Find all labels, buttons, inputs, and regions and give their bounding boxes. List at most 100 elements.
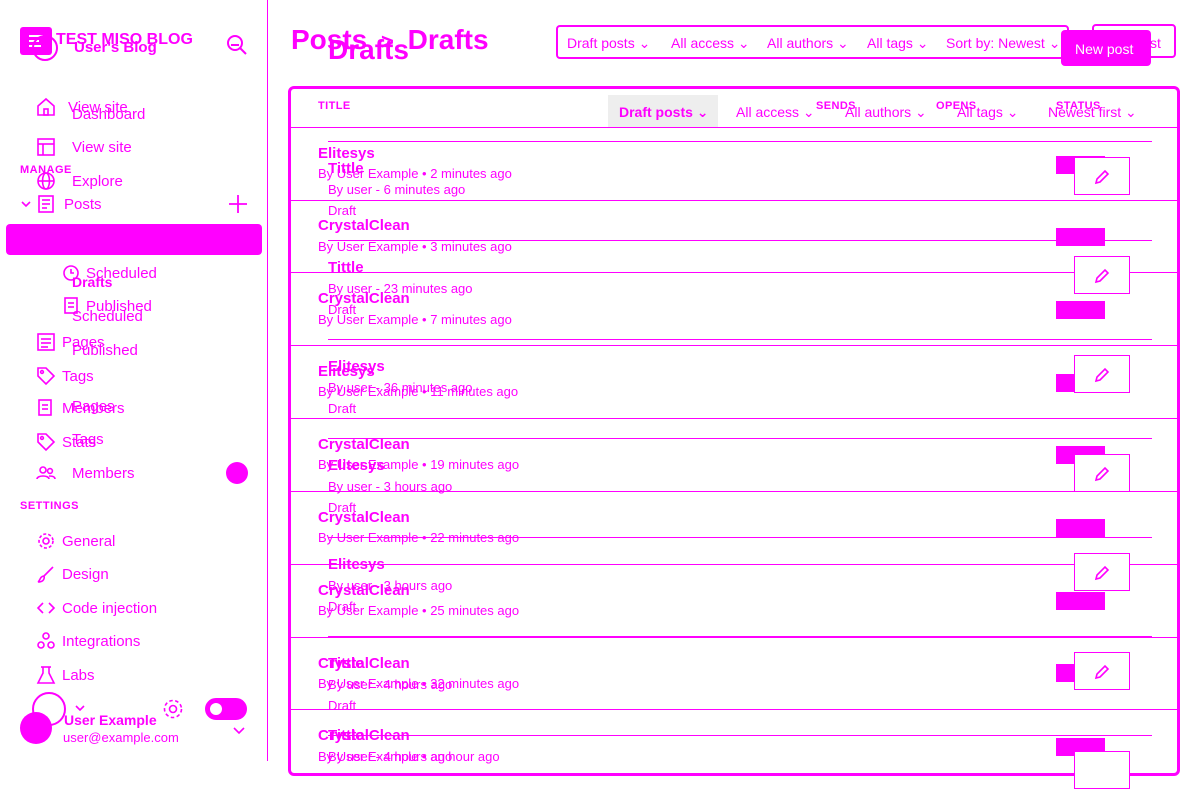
divider	[328, 339, 1152, 340]
sidebar-item-design[interactable]: Design	[36, 564, 109, 584]
sidebar-item-integrations[interactable]: Integrations	[36, 631, 140, 651]
search-icon[interactable]	[225, 33, 249, 59]
settings-gear-icon[interactable]	[162, 698, 184, 720]
sidebar-item-drafts-active[interactable]	[6, 224, 262, 255]
filter-tags[interactable]: All tags ⌄	[867, 35, 929, 52]
brand[interactable]: TEST MISO BLOG User's Blog	[20, 27, 220, 61]
post-title[interactable]: Elitesys	[328, 358, 385, 375]
divider	[291, 709, 1177, 710]
post-title[interactable]: Elitesys	[328, 556, 385, 573]
inner-filter-access[interactable]: All access ⌄	[736, 104, 815, 121]
pencil-icon	[1094, 169, 1110, 185]
post-title[interactable]: Tittle	[328, 727, 364, 744]
post-title[interactable]: Tittle	[328, 259, 364, 276]
sidebar-item-label: Scheduled	[86, 264, 157, 282]
sidebar-item-view-site-2[interactable]: View site	[36, 137, 132, 157]
edit-post-button[interactable]	[1074, 553, 1130, 591]
divider	[291, 200, 1177, 201]
sidebar-item-label: Published	[86, 297, 152, 315]
chevron-down-icon	[233, 727, 245, 735]
gear-icon	[36, 531, 56, 551]
post-title[interactable]: Tittle	[328, 160, 364, 177]
sidebar-item-tags[interactable]: Tags	[36, 366, 94, 386]
new-post-label-2: st	[1150, 35, 1161, 51]
posts-icon	[36, 194, 56, 214]
sidebar-item-label: Members	[72, 464, 135, 482]
members-icon	[36, 463, 56, 483]
edit-post-button[interactable]	[1074, 157, 1130, 195]
sidebar-item-label: Integrations	[62, 632, 141, 650]
post-meta: By user - 36 minutes ago	[328, 380, 473, 395]
post-status: Draft	[328, 401, 357, 416]
sidebar-item-members-2[interactable]: Members	[36, 463, 135, 483]
post-title[interactable]: CrystalClean	[318, 217, 410, 234]
filter-label: All tags	[867, 35, 913, 51]
sidebar-item-label: Pages	[62, 333, 105, 351]
sidebar-item-labs[interactable]: Labs	[36, 665, 95, 685]
filter-access[interactable]: All access ⌄	[671, 35, 750, 52]
sidebar-item-label: Posts	[64, 195, 102, 213]
published-icon	[62, 296, 80, 316]
edit-post-button[interactable]	[1074, 355, 1130, 393]
user-menu[interactable]: User Example user@example.com	[20, 690, 260, 750]
filter-bar: Draft posts ⌄ All access ⌄ All authors ⌄…	[556, 25, 1069, 59]
page-title-overlay: Drafts	[328, 34, 409, 65]
pencil-icon	[1094, 664, 1110, 680]
sidebar-item-label: Code injection	[62, 599, 158, 617]
inner-filter-sort[interactable]: Newest first ⌄	[1048, 104, 1137, 121]
filter-label: Newest first	[1048, 104, 1122, 120]
divider	[291, 418, 1177, 419]
layout-icon	[36, 137, 56, 157]
divider	[328, 141, 1152, 142]
inner-filter-tags[interactable]: All tags ⌄	[957, 104, 1019, 121]
pencil-icon	[1094, 268, 1110, 284]
column-header-title: TITLE	[318, 100, 351, 112]
post-title[interactable]: Tittle	[328, 655, 364, 672]
status-badge	[1056, 519, 1105, 537]
user-email: user@example.com	[63, 730, 179, 745]
sidebar-item-pages-2[interactable]: Pages	[72, 396, 115, 416]
sidebar-item-pages[interactable]: Pages	[36, 332, 105, 352]
brush-icon	[36, 564, 56, 584]
new-post-plus-icon[interactable]	[228, 194, 248, 214]
edit-post-button[interactable]	[1074, 652, 1130, 690]
sidebar-item-dashboard[interactable]: Dashboard	[72, 104, 145, 124]
sidebar-item-posts[interactable]: Posts	[20, 194, 102, 214]
status-badge	[1056, 592, 1105, 610]
pages-icon-2	[36, 398, 56, 418]
divider	[291, 345, 1177, 346]
post-meta: By user - 23 minutes ago	[328, 281, 473, 296]
sidebar-item-label: Pages	[72, 397, 115, 415]
tag-icon-2	[36, 432, 56, 452]
sidebar-item-label: Tags	[62, 367, 94, 385]
members-notification-dot	[226, 462, 248, 484]
post-title[interactable]: Elitesys	[328, 457, 385, 474]
sidebar-item-general[interactable]: General	[36, 531, 115, 551]
post-status: Draft	[328, 203, 357, 218]
edit-post-button[interactable]	[1074, 256, 1130, 294]
breadcrumb-drafts: Drafts	[407, 24, 489, 55]
sidebar-item-tags-2[interactable]: Tags	[72, 429, 104, 449]
dark-mode-toggle[interactable]	[205, 698, 247, 720]
sidebar-item-scheduled[interactable]: Scheduled	[62, 263, 157, 283]
sidebar-item-code-injection[interactable]: Code injection	[36, 598, 157, 618]
integrations-icon	[36, 631, 56, 651]
inner-filter-type[interactable]: Draft posts ⌄	[619, 104, 709, 121]
filter-type[interactable]: Draft posts ⌄	[567, 35, 650, 52]
edit-post-button[interactable]	[1074, 454, 1130, 492]
filter-authors[interactable]: All authors ⌄	[767, 35, 849, 52]
divider	[291, 272, 1177, 273]
filter-sort[interactable]: Sort by: Newest ⌄	[946, 35, 1060, 52]
new-post-label: New post	[1075, 41, 1134, 57]
section-label-settings: SETTINGS	[20, 500, 80, 512]
edit-post-button[interactable]	[1074, 751, 1130, 789]
post-meta: By User Example • 3 minutes ago	[318, 239, 512, 254]
post-title[interactable]: CrystalClean	[318, 436, 410, 453]
tag-icon	[36, 366, 56, 386]
divider	[291, 564, 1177, 565]
inner-filter-authors[interactable]: All authors ⌄	[845, 104, 927, 121]
divider	[291, 637, 1177, 638]
clock-icon	[62, 263, 80, 283]
pages-icon	[36, 332, 56, 352]
sidebar-item-published[interactable]: Published	[62, 296, 152, 316]
